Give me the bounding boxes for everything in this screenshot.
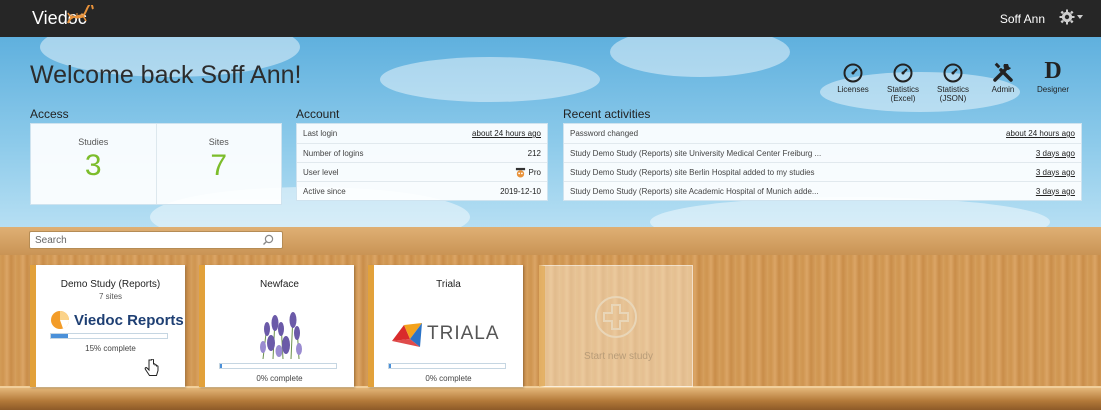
user-level-value: Pro (515, 167, 541, 178)
activity-time[interactable]: about 24 hours ago (1006, 129, 1075, 138)
progress-label: 0% complete (256, 374, 303, 383)
activity-row: Study Demo Study (Reports) site Academic… (564, 181, 1081, 200)
welcome-header: Welcome back Soff Ann! Licenses Statisti… (0, 37, 1101, 227)
viedoc-reports-logo: Viedoc Reports (50, 309, 186, 331)
study-title: Triala (436, 279, 461, 290)
progress-fill (51, 334, 69, 338)
access-title: Access (30, 107, 69, 121)
activity-row: Study Demo Study (Reports) site Berlin H… (564, 162, 1081, 181)
progress-bar (219, 363, 337, 369)
admin-label: Admin (991, 85, 1015, 94)
welcome-heading: Welcome back Soff Ann! (30, 61, 302, 89)
licenses-label: Licenses (837, 85, 869, 94)
study-card-demo-study[interactable]: Demo Study (Reports) 7 sites Viedoc Repo… (30, 265, 185, 387)
designer-d-icon: D (1044, 58, 1062, 84)
statistics-excel-label: Statistics (Excel) (886, 85, 919, 103)
account-row: Active since 2019-12-10 (297, 181, 547, 200)
statistics-json-label: Statistics (JSON) (936, 85, 969, 103)
last-login-value[interactable]: about 24 hours ago (472, 129, 541, 138)
activity-text: Study Demo Study (Reports) site Berlin H… (570, 167, 815, 177)
progress-fill (389, 364, 391, 368)
account-row: Number of logins 212 (297, 143, 547, 162)
pie-chart-icon (51, 311, 70, 329)
logins-count-value: 212 (527, 148, 541, 158)
account-row-label: User level (303, 167, 339, 177)
statistics-json-link[interactable]: Statistics (JSON) (935, 59, 971, 103)
study-card-triala[interactable]: Triala TRIALA 0% complete (368, 265, 523, 387)
search-placeholder: Search (35, 235, 67, 246)
activity-text: Study Demo Study (Reports) site Universi… (570, 148, 822, 158)
progress-label: 0% complete (425, 374, 472, 383)
activity-time[interactable]: 3 days ago (1036, 149, 1075, 158)
licenses-link[interactable]: Licenses (835, 59, 871, 103)
activity-row: Study Demo Study (Reports) site Universi… (564, 143, 1081, 162)
account-title: Account (296, 107, 340, 121)
recent-activities-panel: Password changed about 24 hours ago Stud… (563, 123, 1082, 201)
quick-links: Licenses Statistics (Excel) Statistics (… (835, 59, 1071, 103)
start-new-study-label: Start new study (584, 351, 653, 362)
access-panel: Studies 3 Sites 7 (30, 123, 282, 205)
designer-link[interactable]: D Designer (1035, 59, 1071, 103)
viedoc-reports-logo-text: Viedoc Reports (74, 311, 184, 329)
shelf-front (0, 388, 1101, 410)
study-sites-count: 7 sites (98, 292, 123, 301)
progress-fill (220, 364, 222, 368)
user-level-text: Pro (528, 167, 541, 177)
study-title: Newface (260, 279, 299, 290)
account-row-label: Active since (303, 186, 346, 196)
statistics-excel-link[interactable]: Statistics (Excel) (885, 59, 921, 103)
lavender-image (253, 305, 307, 359)
studies-count: 3 (84, 149, 102, 182)
triala-mark-icon (392, 323, 422, 347)
study-title: Demo Study (Reports) (60, 279, 161, 290)
studies-stat[interactable]: Studies 3 (31, 124, 156, 204)
user-menu-name[interactable]: Soff Ann (1000, 12, 1045, 26)
active-since-value: 2019-12-10 (500, 186, 541, 196)
sites-label: Sites (208, 137, 229, 147)
progress-label: 15% complete (85, 344, 136, 353)
graduate-owl-icon (515, 167, 525, 178)
sites-stat[interactable]: Sites 7 (155, 124, 282, 204)
account-panel: Last login about 24 hours ago Number of … (296, 123, 548, 201)
top-navbar: Viedoc Soff Ann (0, 0, 1101, 37)
recent-activities-title: Recent activities (563, 107, 651, 121)
start-new-study-card[interactable]: Start new study (539, 265, 693, 387)
plus-circle-icon (595, 296, 637, 338)
studies-label: Studies (78, 137, 109, 147)
designer-label: Designer (1036, 85, 1069, 94)
activity-time[interactable]: 3 days ago (1036, 187, 1075, 196)
speedometer-icon (893, 63, 913, 83)
activity-text: Password changed (570, 129, 639, 138)
speedometer-icon (943, 63, 963, 83)
tools-icon (993, 62, 1013, 82)
progress-bar (388, 363, 506, 369)
search-icon (263, 234, 274, 245)
speedometer-icon (843, 63, 863, 83)
account-row-label: Number of logins (303, 148, 364, 158)
account-row: User level Pro (297, 162, 547, 181)
sites-count: 7 (210, 149, 228, 182)
study-card-newface[interactable]: Newface 0% complete (199, 265, 354, 387)
account-row: Last login about 24 hours ago (297, 124, 547, 143)
triala-logo-text: TRIALA (427, 323, 500, 344)
account-row-label: Last login (303, 129, 338, 138)
search-input[interactable]: Search (29, 231, 283, 249)
admin-link[interactable]: Admin (985, 59, 1021, 103)
chevron-down-icon (1077, 15, 1083, 19)
activity-text: Study Demo Study (Reports) site Academic… (570, 186, 819, 196)
activity-time[interactable]: 3 days ago (1036, 168, 1075, 177)
settings-dropdown[interactable] (1059, 9, 1083, 25)
activity-row: Password changed about 24 hours ago (564, 124, 1081, 143)
gear-icon (1059, 9, 1075, 25)
triala-logo: TRIALA (390, 309, 522, 359)
progress-bar (50, 333, 168, 339)
dna-logo-icon (67, 5, 94, 24)
hand-pointer-cursor-icon (144, 359, 159, 376)
